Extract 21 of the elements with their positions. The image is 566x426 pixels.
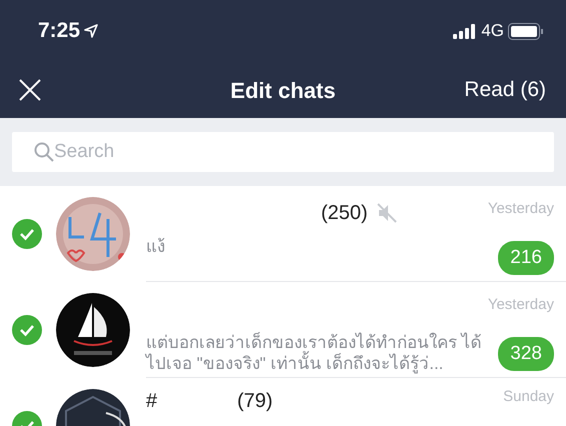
chat-time: Yesterday (488, 199, 554, 219)
network-label: 4G (481, 20, 504, 42)
member-count: (250) (321, 201, 368, 226)
unread-count-badge: 216 (498, 240, 554, 275)
close-button[interactable] (18, 78, 42, 102)
read-button[interactable]: Read (6) (464, 74, 546, 106)
chat-name: # (146, 389, 158, 414)
screen-title: Edit chats (230, 76, 336, 104)
chat-time: Yesterday (488, 295, 554, 315)
selection-checkbox[interactable] (12, 315, 42, 345)
chat-time: Sunday (503, 387, 554, 407)
selection-checkbox[interactable] (12, 219, 42, 249)
location-arrow-icon (84, 24, 98, 38)
member-count: (79) (237, 389, 273, 414)
message-preview: แต่บอกเลยว่าเด็กของเราต้องได้ทำก่อนใคร ได้ไปเจอ "ของจริง" เท่านั้น เด็กถึงจะได้รู้ว่... (146, 332, 483, 374)
status-time: 7:25 (38, 18, 80, 44)
search-field[interactable]: Search (12, 132, 554, 172)
unread-count-badge: 328 (498, 336, 554, 371)
battery-icon (508, 22, 544, 40)
message-preview: แง้ (146, 236, 166, 258)
signal-icon (453, 24, 478, 38)
